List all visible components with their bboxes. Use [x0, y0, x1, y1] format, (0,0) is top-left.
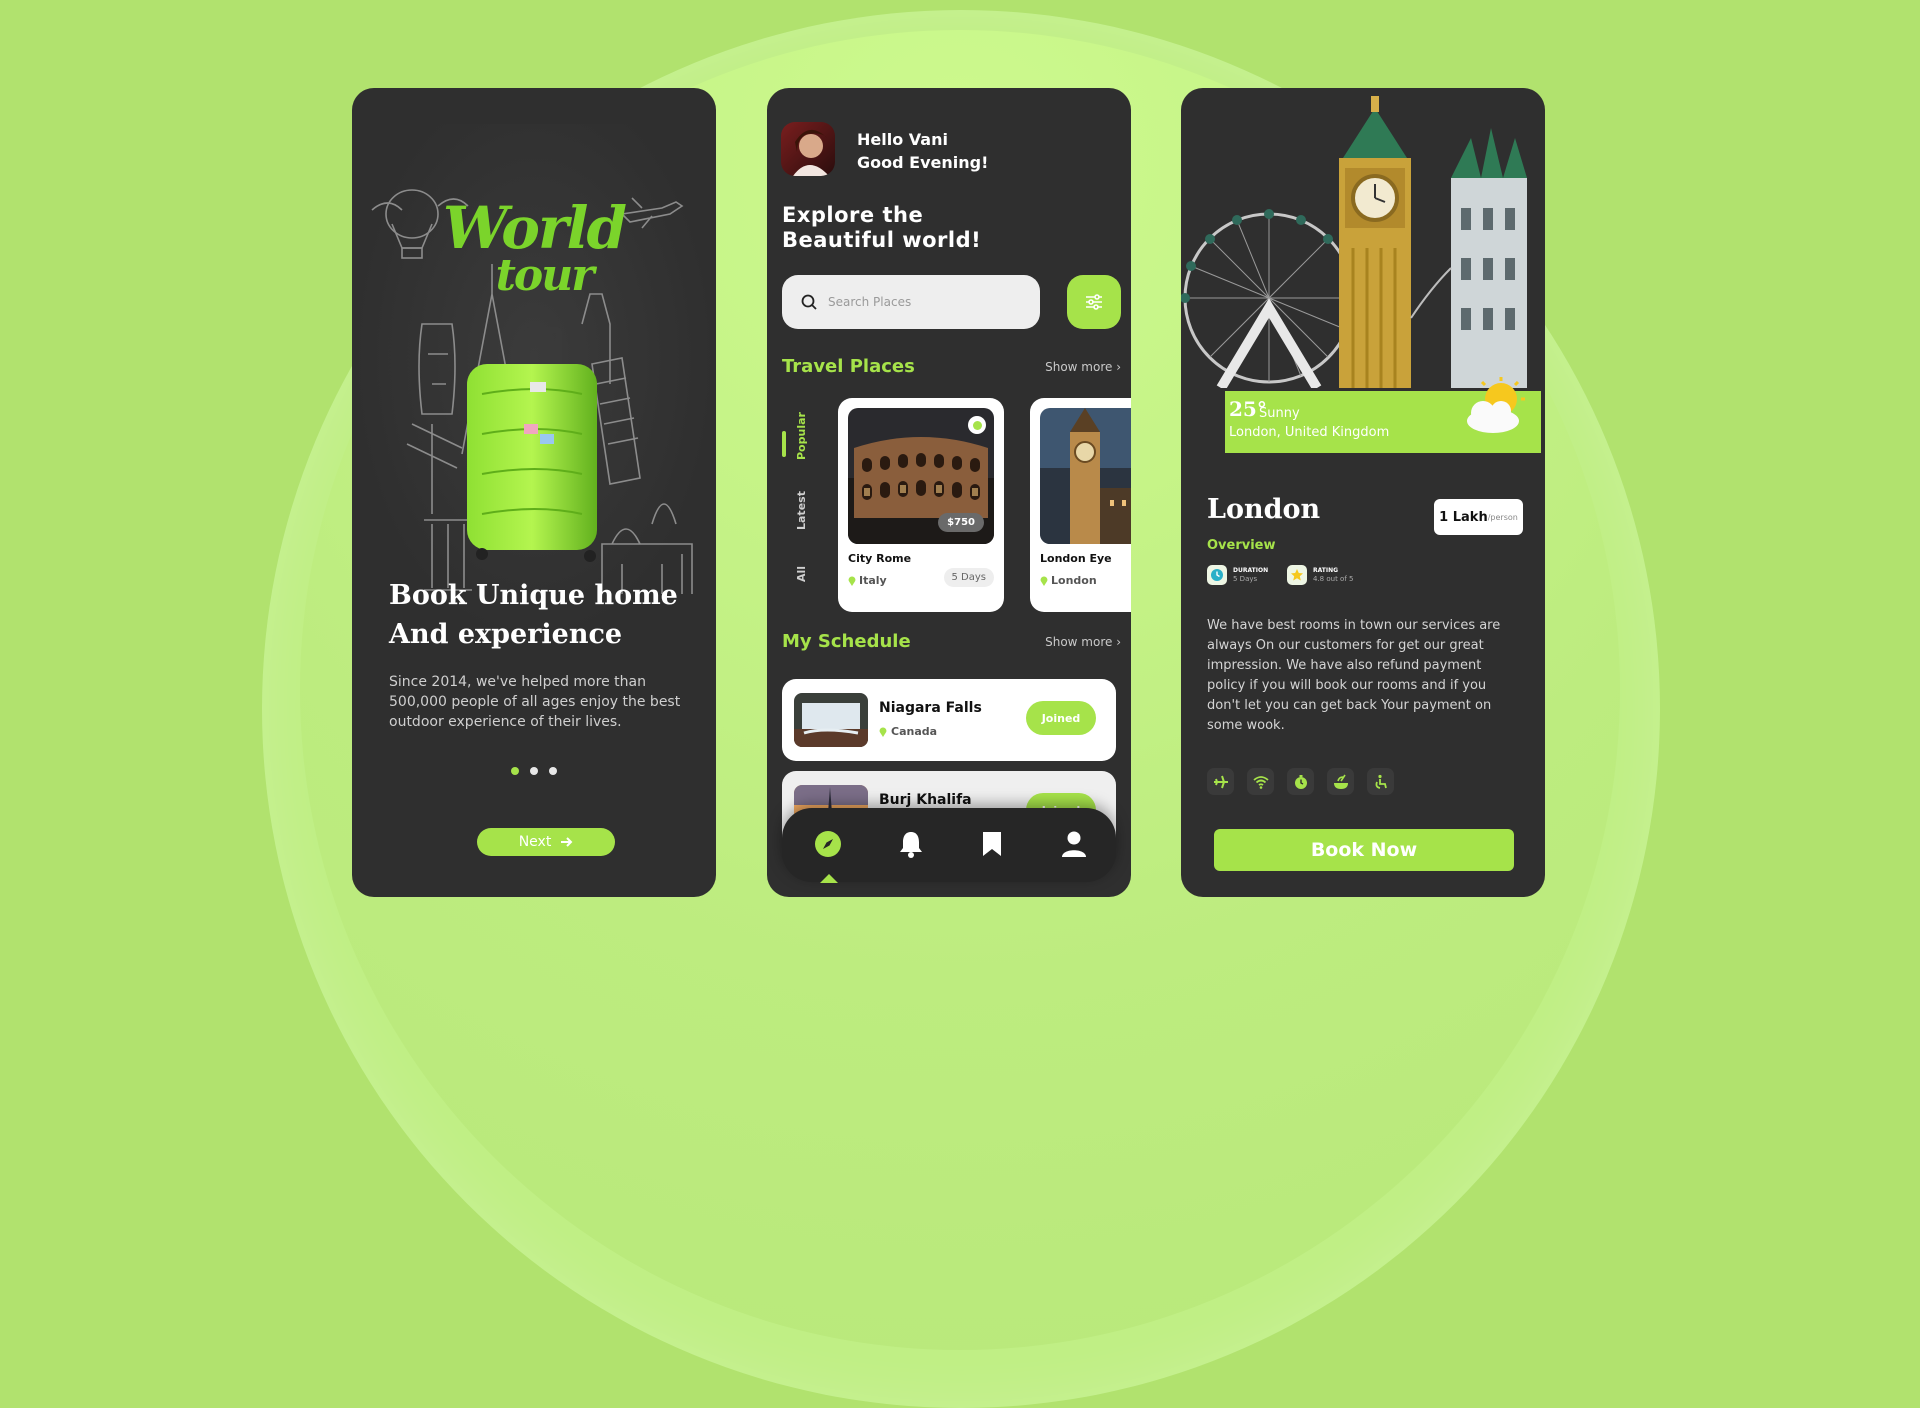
duration-badge: 5 Days [943, 568, 994, 587]
food-icon[interactable] [1327, 768, 1354, 795]
duration-info: DURATION 5 Days [1207, 565, 1268, 585]
arrow-right-icon [561, 837, 573, 847]
city-title: London [1207, 494, 1321, 525]
overview-label[interactable]: Overview [1207, 538, 1276, 553]
tab-popular[interactable]: Popular [795, 412, 808, 460]
place-image [1040, 408, 1131, 544]
place-card[interactable]: London Eye London [1030, 398, 1131, 612]
weather-banner: 25° Sunny London, United Kingdom [1225, 377, 1541, 453]
schedule-location: Canada [879, 725, 937, 738]
page-title: Explore the Beautiful world! [782, 203, 982, 252]
schedule-name: Burj Khalifa [879, 792, 972, 808]
detail-screen: 25° Sunny London, United Kingdom London … [1181, 88, 1545, 897]
tab-latest[interactable]: Latest [795, 491, 808, 530]
nav-explore[interactable] [814, 830, 842, 858]
bookmark-icon [983, 832, 1001, 856]
hero-illustration: World tour [352, 124, 716, 644]
location-pin-icon [879, 726, 887, 737]
search-placeholder: Search Places [828, 295, 912, 309]
filter-button[interactable] [1067, 275, 1121, 329]
london-landmarks-image [1181, 96, 1527, 388]
favorite-button[interactable] [968, 416, 986, 434]
compass-icon [815, 831, 841, 857]
travel-show-more-link[interactable]: Show more › [1045, 360, 1121, 374]
place-image: $750 [848, 408, 994, 544]
schedule-title: My Schedule [782, 631, 911, 652]
search-input[interactable]: Search Places [782, 275, 1040, 329]
schedule-name: Niagara Falls [879, 700, 982, 716]
place-location: London [1040, 574, 1097, 587]
book-now-button[interactable]: Book Now [1214, 829, 1514, 871]
user-photo [793, 129, 829, 176]
rating-info: RATING 4.8 out of 5 [1287, 565, 1353, 585]
place-location: Italy [848, 574, 887, 587]
next-label: Next [518, 834, 552, 850]
pagination-dot[interactable] [549, 767, 557, 775]
star-icon [1287, 565, 1307, 585]
next-button[interactable]: Next [477, 828, 615, 856]
pagination-dot-active[interactable] [511, 767, 519, 775]
onboarding-description: Since 2014, we've helped more than 500,0… [389, 674, 681, 730]
category-tabs: Popular Latest All [783, 412, 813, 588]
wifi-icon[interactable] [1247, 768, 1274, 795]
price-badge: $750 [938, 513, 984, 532]
suitcase-image [467, 327, 597, 562]
favorite-dot-icon [972, 420, 982, 430]
place-name: City Rome [848, 552, 912, 565]
bell-icon [900, 832, 922, 858]
joined-button[interactable]: Joined [1026, 701, 1096, 735]
schedule-image [794, 693, 868, 747]
sun-cloud-icon [1467, 377, 1525, 433]
location-pin-icon [1040, 575, 1048, 586]
pagination-dots [511, 767, 557, 775]
avatar[interactable] [781, 122, 835, 176]
place-description: We have best rooms in town our services … [1207, 618, 1501, 733]
nav-notifications[interactable] [897, 830, 925, 858]
nav-bookmarks[interactable] [978, 830, 1006, 858]
bottom-nav [782, 808, 1116, 883]
active-nav-indicator [820, 874, 838, 883]
onboarding-screen: World tour Book Unique home And experien… [352, 88, 716, 897]
sliders-icon [1086, 294, 1102, 310]
location-name: London, United Kingdom [1229, 425, 1390, 440]
waterfall-photo [794, 693, 868, 747]
greeting: Hello Vani Good Evening! [857, 130, 989, 172]
profile-icon [1062, 831, 1086, 857]
weather-condition: Sunny [1259, 406, 1300, 421]
amenities-list [1207, 768, 1394, 795]
schedule-show-more-link[interactable]: Show more › [1045, 635, 1121, 649]
plane-icon[interactable] [1207, 768, 1234, 795]
tab-all[interactable]: All [795, 566, 808, 582]
price-tag: 1 Lakh/person [1434, 499, 1523, 535]
place-card[interactable]: $750 City Rome Italy 5 Days [838, 398, 1004, 612]
accessible-icon[interactable] [1367, 768, 1394, 795]
onboarding-title: Book Unique home And experience [389, 580, 678, 650]
timer-icon[interactable] [1287, 768, 1314, 795]
nav-profile[interactable] [1060, 830, 1088, 858]
clock-icon [1207, 565, 1227, 585]
home-screen: Hello Vani Good Evening! Explore the Bea… [767, 88, 1131, 897]
schedule-item[interactable]: Niagara Falls Canada Joined [782, 679, 1116, 761]
big-ben-photo [1040, 408, 1131, 544]
travel-places-title: Travel Places [782, 356, 915, 377]
pagination-dot[interactable] [530, 767, 538, 775]
location-pin-icon [848, 575, 856, 586]
search-icon [801, 294, 817, 310]
place-name: London Eye [1040, 552, 1112, 565]
